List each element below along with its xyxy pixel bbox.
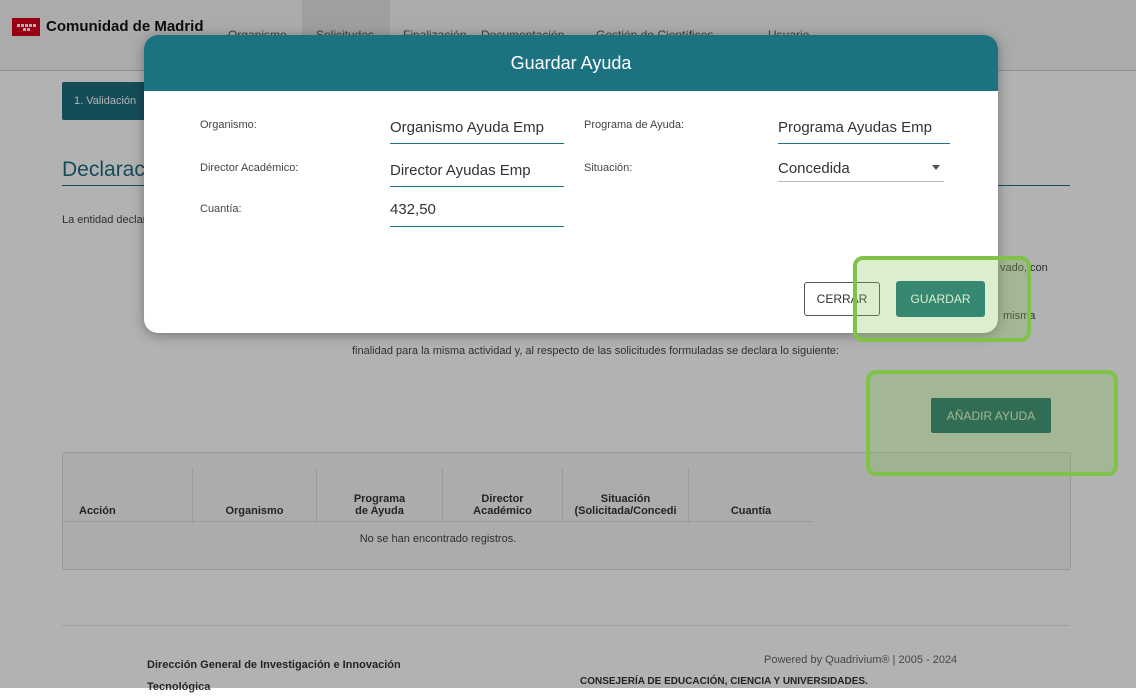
cuantia-input[interactable]: 432,50 — [390, 201, 564, 227]
situacion-label: Situación: — [584, 162, 633, 174]
director-label: Director Académico: — [200, 162, 299, 174]
highlight-save-button — [853, 256, 1031, 342]
chevron-down-icon — [932, 165, 940, 170]
programa-input[interactable]: Programa Ayudas Emp — [778, 119, 950, 144]
cuantia-label: Cuantía: — [200, 203, 242, 215]
programa-label: Programa de Ayuda: — [584, 119, 685, 131]
director-input[interactable]: Director Ayudas Emp — [390, 162, 564, 187]
organismo-label: Organismo: — [200, 119, 257, 131]
situacion-selected-value: Concedida — [778, 160, 850, 177]
dialog-title: Guardar Ayuda — [144, 35, 998, 91]
highlight-add-ayuda-button — [866, 370, 1118, 476]
situacion-select[interactable]: Concedida — [778, 160, 944, 182]
organismo-input[interactable]: Organismo Ayuda Emp — [390, 119, 564, 144]
